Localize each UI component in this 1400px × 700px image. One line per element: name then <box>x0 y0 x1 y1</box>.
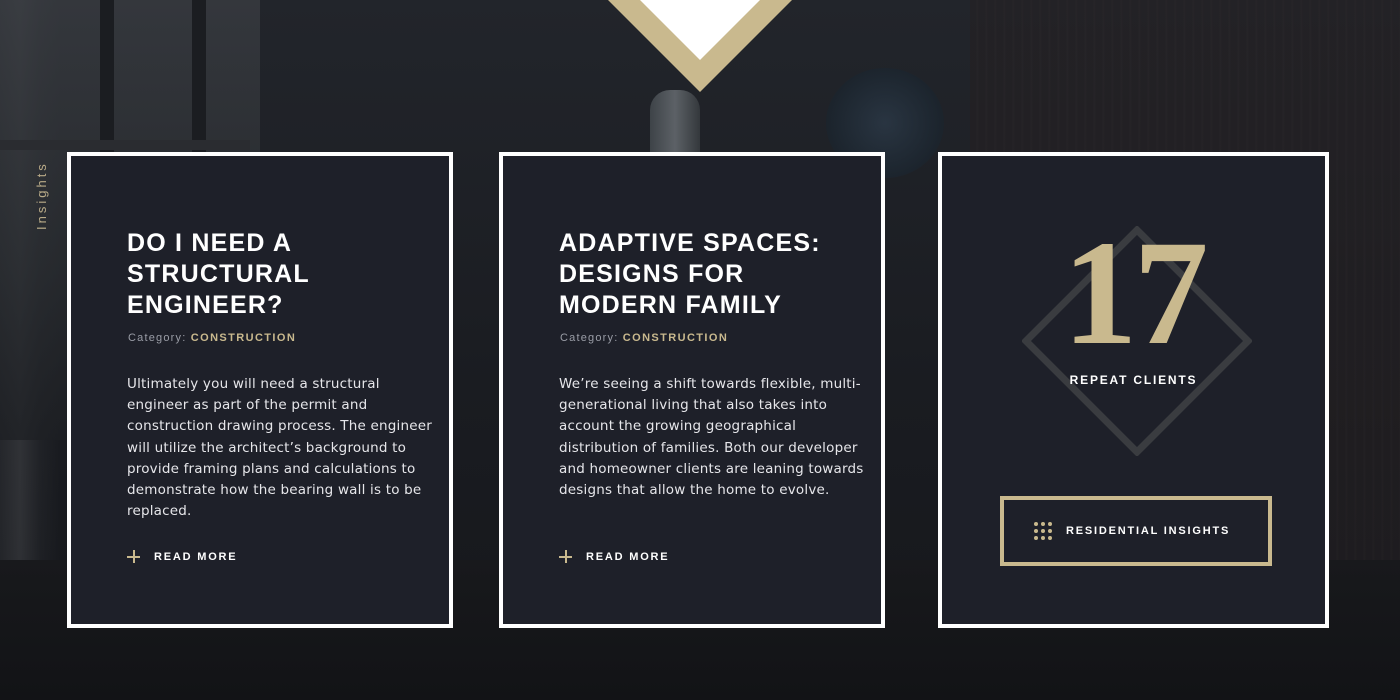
article-category: Category: CONSTRUCTION <box>128 332 296 344</box>
top-diamond-ornament <box>608 0 792 92</box>
read-more-link[interactable]: READ MORE <box>127 550 237 563</box>
article-title[interactable]: DO I NEED A STRUCTURAL ENGINEER? <box>127 228 427 321</box>
plus-icon <box>127 550 140 563</box>
stat-label: REPEAT CLIENTS <box>1069 373 1198 387</box>
background-vase <box>650 90 700 160</box>
read-more-label: READ MORE <box>586 550 670 563</box>
category-label: Category: <box>128 332 187 344</box>
read-more-label: READ MORE <box>154 550 238 563</box>
grid-dots-icon <box>1034 522 1052 540</box>
article-card: ADAPTIVE SPACES: DESIGNS FOR MODERN FAMI… <box>499 152 885 628</box>
stat-number: 17 <box>1062 210 1209 376</box>
article-title[interactable]: ADAPTIVE SPACES: DESIGNS FOR MODERN FAMI… <box>559 228 859 321</box>
article-excerpt: Ultimately you will need a structural en… <box>127 376 433 520</box>
residential-insights-button[interactable]: RESIDENTIAL INSIGHTS <box>1000 496 1272 566</box>
category-link[interactable]: CONSTRUCTION <box>191 332 296 344</box>
category-link[interactable]: CONSTRUCTION <box>623 332 728 344</box>
category-label: Category: <box>560 332 619 344</box>
article-excerpt: We’re seeing a shift towards flexible, m… <box>559 376 864 499</box>
read-more-link[interactable]: READ MORE <box>559 550 669 563</box>
background-window-sill <box>0 140 250 150</box>
stat-card: 17 REPEAT CLIENTS RESIDENTIAL INSIGHTS <box>938 152 1329 628</box>
residential-insights-label: RESIDENTIAL INSIGHTS <box>1066 525 1231 537</box>
plus-icon <box>559 550 572 563</box>
section-side-label: Insights <box>34 161 49 230</box>
article-category: Category: CONSTRUCTION <box>560 332 728 344</box>
article-card: DO I NEED A STRUCTURAL ENGINEER? Categor… <box>67 152 453 628</box>
